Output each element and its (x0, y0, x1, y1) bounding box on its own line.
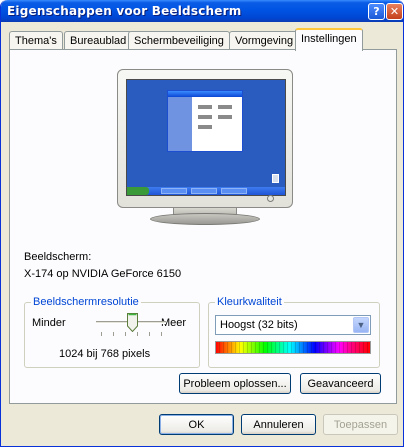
window-title: Eigenschappen voor Beeldscherm (7, 4, 242, 18)
color-quality-legend: Kleurkwaliteit (215, 296, 284, 308)
resolution-slider-thumb[interactable] (127, 313, 138, 332)
preview-taskbar (127, 187, 285, 195)
close-button[interactable]: ✕ (386, 3, 403, 20)
power-button-icon (267, 195, 274, 202)
color-quality-select[interactable]: Hoogst (32 bits) ▼ (215, 315, 371, 335)
monitor-stand (150, 213, 260, 225)
tab-appearance[interactable]: Vormgeving (229, 31, 300, 50)
ok-button[interactable]: OK (159, 414, 234, 435)
display-properties-window: Eigenschappen voor Beeldscherm ? ✕ Thema… (0, 0, 404, 447)
settings-panel: Beeldscherm: X-174 op NVIDIA GeForce 615… (9, 49, 397, 404)
preview-window (167, 90, 243, 152)
apply-button[interactable]: Toepassen (323, 414, 398, 435)
title-bar[interactable]: Eigenschappen voor Beeldscherm ? ✕ (1, 0, 403, 22)
resolution-value: 1024 bij 768 pixels (59, 348, 151, 360)
chevron-down-icon[interactable]: ▼ (353, 317, 369, 333)
tab-themes[interactable]: Thema's (9, 31, 63, 50)
resolution-legend: Beeldschermresolutie (31, 296, 141, 308)
color-quality-selected: Hoogst (32 bits) (220, 319, 298, 331)
desktop-preview (126, 79, 286, 196)
resolution-min-label: Minder (32, 317, 66, 329)
advanced-button[interactable]: Geavanceerd (300, 373, 381, 394)
help-button[interactable]: ? (368, 3, 385, 20)
display-value: X-174 op NVIDIA GeForce 6150 (24, 268, 182, 280)
start-button-icon (127, 187, 149, 195)
recycle-bin-icon (272, 174, 279, 183)
resolution-group: Beeldschermresolutie Minder Meer 1024 bi… (24, 296, 200, 368)
cancel-button[interactable]: Annuleren (241, 414, 316, 435)
color-spectrum-preview (215, 341, 371, 354)
troubleshoot-button[interactable]: Probleem oplossen... (179, 373, 291, 394)
tab-desktop[interactable]: Bureaublad (64, 31, 133, 50)
tab-settings[interactable]: Instellingen (295, 28, 363, 51)
tab-screensaver[interactable]: Schermbeveiliging (128, 31, 230, 50)
color-quality-group: Kleurkwaliteit Hoogst (32 bits) ▼ (208, 296, 380, 368)
monitor-preview (117, 69, 293, 208)
display-label: Beeldscherm: (24, 251, 92, 263)
tab-strip: Thema's Bureaublad Schermbeveiliging Vor… (9, 28, 399, 51)
